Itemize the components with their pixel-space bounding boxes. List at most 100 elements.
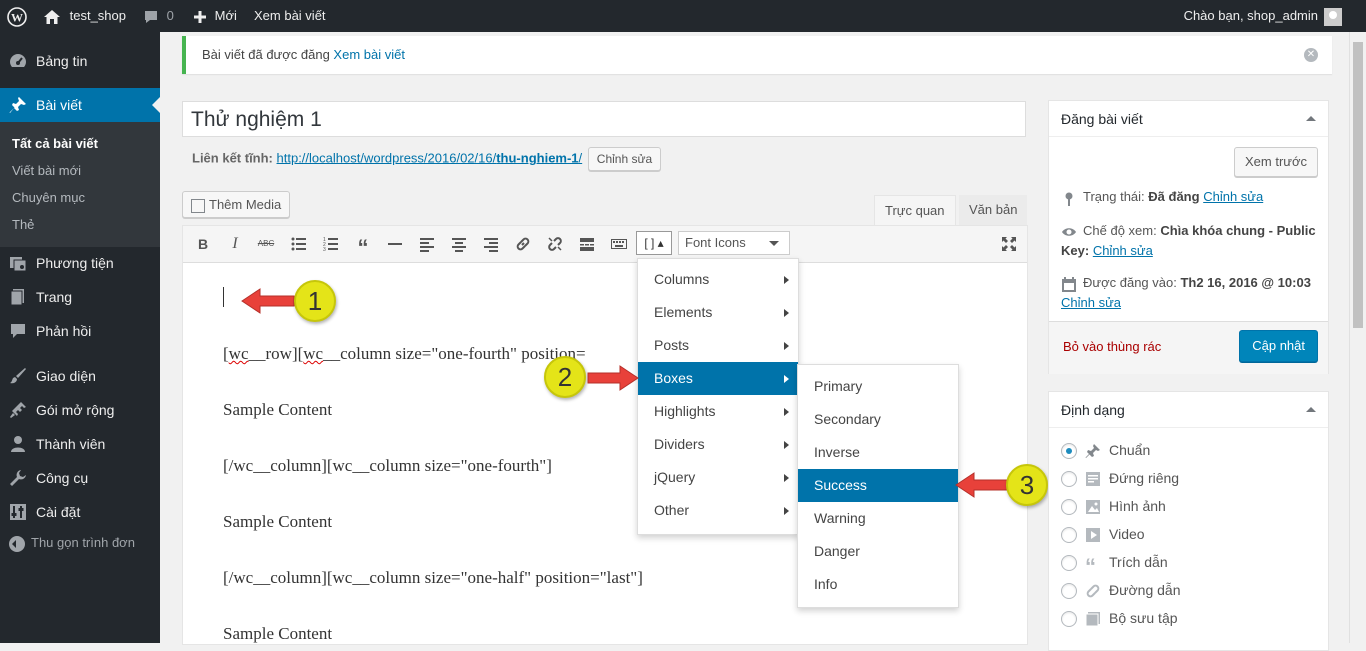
publish-box-header[interactable]: Đăng bài viết bbox=[1049, 101, 1328, 137]
chevron-right-icon bbox=[784, 441, 789, 449]
submenu-item-inverse[interactable]: Inverse bbox=[798, 436, 958, 469]
dismiss-notice-icon[interactable]: ✕ bbox=[1304, 48, 1318, 62]
align-right-icon[interactable] bbox=[480, 233, 502, 255]
menu-plugins[interactable]: Gói mở rộng bbox=[0, 393, 160, 427]
submenu-tags[interactable]: Thẻ bbox=[12, 217, 34, 232]
font-icons-select[interactable]: Font Icons bbox=[678, 231, 790, 255]
italic-icon[interactable]: I bbox=[224, 233, 246, 255]
menu-item-jquery[interactable]: jQuery bbox=[638, 461, 798, 494]
menu-item-dividers[interactable]: Dividers bbox=[638, 428, 798, 461]
menu-appearance[interactable]: Giao diện bbox=[0, 359, 160, 393]
admin-bar: W test_shop 0 Mới Xem bài viết Chào bạn,… bbox=[0, 0, 1366, 32]
format-radio[interactable] bbox=[1061, 499, 1077, 516]
submenu-item-secondary[interactable]: Secondary bbox=[798, 403, 958, 436]
strikethrough-icon[interactable]: ABC bbox=[255, 233, 277, 255]
submenu-all-posts[interactable]: Tất cả bài viết bbox=[12, 136, 98, 151]
menu-posts[interactable]: Bài viết bbox=[0, 88, 160, 122]
preview-button[interactable]: Xem trước bbox=[1233, 147, 1318, 177]
menu-dashboard[interactable]: Bảng tin bbox=[0, 44, 160, 78]
collapse-label: Thu gọn trình đơn bbox=[31, 535, 135, 550]
notice-view-post-link[interactable]: Xem bài viết bbox=[333, 47, 405, 62]
scrollbar-thumb[interactable] bbox=[1353, 42, 1363, 328]
menu-pages[interactable]: Trang bbox=[0, 280, 160, 314]
read-more-icon[interactable] bbox=[576, 233, 598, 255]
media-icon bbox=[191, 198, 205, 213]
format-radio[interactable] bbox=[1061, 471, 1077, 488]
menu-item-columns[interactable]: Columns bbox=[638, 263, 798, 296]
format-option[interactable]: Đường dẫn bbox=[1061, 580, 1180, 600]
page-scrollbar[interactable] bbox=[1349, 32, 1366, 643]
menu-item-other[interactable]: Other bbox=[638, 494, 798, 527]
submenu-item-info[interactable]: Info bbox=[798, 568, 958, 601]
menu-item-posts[interactable]: Posts bbox=[638, 329, 798, 362]
collapse-toggle-icon[interactable] bbox=[1306, 407, 1316, 412]
content-line: Sample Content bbox=[223, 400, 333, 419]
menu-item-elements[interactable]: Elements bbox=[638, 296, 798, 329]
format-radio[interactable] bbox=[1061, 611, 1077, 628]
format-option[interactable]: Đứng riêng bbox=[1061, 468, 1179, 488]
menu-media[interactable]: Phương tiện bbox=[0, 246, 160, 280]
plugin-icon bbox=[10, 402, 26, 418]
new-content-link[interactable]: Mới bbox=[193, 0, 237, 32]
move-to-trash-link[interactable]: Bỏ vào thùng rác bbox=[1063, 339, 1161, 354]
menu-tools[interactable]: Công cụ bbox=[0, 461, 160, 495]
view-post-link[interactable]: Xem bài viết bbox=[254, 0, 326, 32]
menu-comments[interactable]: Phản hồi bbox=[0, 314, 160, 348]
post-title-input[interactable]: Thử nghiệm 1 bbox=[182, 101, 1026, 137]
edit-status-link[interactable]: Chỉnh sửa bbox=[1203, 189, 1263, 204]
align-center-icon[interactable] bbox=[448, 233, 470, 255]
format-radio[interactable] bbox=[1061, 443, 1077, 460]
format-option[interactable]: Hình ảnh bbox=[1061, 496, 1166, 516]
menu-item-highlights[interactable]: Highlights bbox=[638, 395, 798, 428]
format-box-header[interactable]: Định dạng bbox=[1049, 392, 1328, 428]
bullet-list-icon[interactable] bbox=[288, 233, 310, 255]
submenu-item-success[interactable]: Success bbox=[798, 469, 958, 502]
bold-icon[interactable]: B bbox=[192, 233, 214, 255]
callout-number-3: 3 bbox=[1006, 464, 1048, 506]
site-name-link[interactable]: test_shop bbox=[43, 0, 126, 32]
boxes-submenu: Primary Secondary Inverse Success Warnin… bbox=[797, 364, 959, 608]
shortcodes-button[interactable]: [ ] ▴ bbox=[636, 231, 672, 255]
chevron-right-icon bbox=[784, 408, 789, 416]
format-option[interactable]: “Trích dẫn bbox=[1061, 552, 1168, 579]
submenu-new-post[interactable]: Viết bài mới bbox=[12, 163, 81, 178]
align-left-icon[interactable] bbox=[416, 233, 438, 255]
collapse-menu-button[interactable]: Thu gọn trình đơn bbox=[9, 535, 135, 552]
menu-users[interactable]: Thành viên bbox=[0, 427, 160, 461]
callout-arrow-icon bbox=[955, 472, 1009, 498]
tab-visual[interactable]: Trực quan bbox=[874, 195, 956, 225]
menu-item-boxes[interactable]: Boxes bbox=[638, 362, 798, 395]
format-radio[interactable] bbox=[1061, 583, 1077, 600]
toolbar-toggle-icon[interactable] bbox=[608, 233, 630, 255]
blockquote-icon[interactable]: “ bbox=[352, 233, 374, 260]
submenu-item-warning[interactable]: Warning bbox=[798, 502, 958, 535]
unlink-icon[interactable] bbox=[544, 233, 566, 255]
edit-slug-button[interactable]: Chỉnh sửa bbox=[587, 147, 662, 171]
format-option[interactable]: Chuẩn bbox=[1061, 440, 1150, 460]
submenu-item-danger[interactable]: Danger bbox=[798, 535, 958, 568]
edit-visibility-link[interactable]: Chỉnh sửa bbox=[1093, 243, 1153, 258]
tab-text[interactable]: Văn bản bbox=[959, 195, 1028, 225]
fullscreen-icon[interactable] bbox=[998, 233, 1020, 255]
format-option[interactable]: Video bbox=[1061, 524, 1145, 544]
submenu-categories[interactable]: Chuyên mục bbox=[12, 190, 85, 205]
content-line: [wc__row][wc__column size="one-fourth" p… bbox=[223, 344, 586, 363]
wordpress-logo-icon[interactable]: W bbox=[7, 0, 27, 32]
collapse-toggle-icon[interactable] bbox=[1306, 116, 1316, 121]
menu-media-label: Phương tiện bbox=[36, 255, 114, 271]
comments-link[interactable]: 0 bbox=[143, 0, 174, 32]
update-button[interactable]: Cập nhật bbox=[1239, 330, 1318, 362]
add-media-button[interactable]: Thêm Media bbox=[182, 191, 291, 218]
permalink-url[interactable]: http://localhost/wordpress/2016/02/16/th… bbox=[277, 150, 583, 165]
horizontal-line-icon[interactable] bbox=[384, 233, 406, 255]
format-radio[interactable] bbox=[1061, 555, 1077, 572]
numbered-list-icon[interactable]: 123 bbox=[320, 233, 342, 255]
edit-date-link[interactable]: Chỉnh sửa bbox=[1061, 295, 1121, 310]
account-menu[interactable]: Chào bạn, shop_admin bbox=[1184, 0, 1342, 32]
submenu-item-primary[interactable]: Primary bbox=[798, 370, 958, 403]
menu-settings[interactable]: Cài đặt bbox=[0, 495, 160, 529]
format-option[interactable]: Bộ sưu tập bbox=[1061, 608, 1178, 628]
link-icon[interactable] bbox=[512, 233, 534, 255]
menu-pages-label: Trang bbox=[36, 289, 73, 305]
format-radio[interactable] bbox=[1061, 527, 1077, 544]
